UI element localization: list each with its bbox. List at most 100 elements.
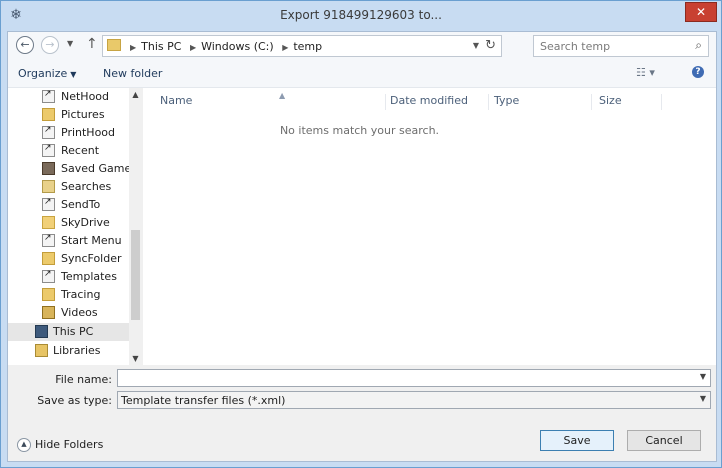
navigation-bar: ← → ▼ ↑ ▶ This PC ▶ Windows (C:) ▶ temp ▼ ↻…	[8, 32, 716, 60]
cancel-button[interactable]: Cancel	[627, 430, 701, 451]
nav-item-recent[interactable]: Recent	[8, 142, 129, 160]
save-as-type-select[interactable]: Template transfer files (*.xml) ▼	[117, 391, 711, 409]
nav-item-label: Searches	[61, 180, 112, 193]
nav-item-label: PrintHood	[61, 126, 116, 139]
forward-button[interactable]: →	[41, 36, 59, 54]
nav-item-label: This PC	[53, 325, 94, 338]
saved-games-icon	[42, 162, 55, 175]
nav-item-sendto[interactable]: SendTo	[8, 196, 129, 214]
save-options-panel: File name: ▼ Save as type: Template tran…	[8, 366, 716, 461]
nav-item-videos[interactable]: Videos	[8, 304, 129, 322]
save-button[interactable]: Save	[540, 430, 614, 451]
title-bar: ❄ Export 918499129603 to... ✕	[1, 1, 721, 31]
folder-icon	[42, 252, 55, 265]
shortcut-icon	[42, 143, 55, 157]
column-label: Date modified	[390, 94, 468, 107]
column-label: Name	[160, 94, 193, 107]
breadcrumb: ▶ This PC ▶ Windows (C:) ▶ temp	[125, 40, 322, 53]
nav-item-start-menu[interactable]: Start Menu	[8, 232, 129, 250]
dialog-client-area: ← → ▼ ↑ ▶ This PC ▶ Windows (C:) ▶ temp ▼ ↻…	[7, 31, 717, 462]
sort-ascending-icon: ▲	[279, 91, 286, 100]
save-dialog-window: ❄ Export 918499129603 to... ✕ ← → ▼ ↑ ▶ T…	[0, 0, 722, 468]
column-name[interactable]: Name ▲	[160, 91, 386, 110]
up-button[interactable]: ↑	[86, 36, 98, 52]
search-icon[interactable]: ⌕	[695, 38, 702, 53]
refresh-icon[interactable]: ↻	[485, 38, 496, 53]
nav-item-nethood[interactable]: NetHood	[8, 88, 129, 106]
filename-field[interactable]: ▼	[117, 369, 711, 387]
close-button[interactable]: ✕	[685, 2, 717, 22]
nav-item-label: NetHood	[61, 90, 110, 103]
folder-icon	[42, 108, 55, 121]
nav-item-this-pc[interactable]: This PC	[8, 323, 129, 341]
hide-folders-toggle[interactable]: ▲ Hide Folders	[17, 438, 103, 452]
scroll-thumb[interactable]	[131, 230, 140, 320]
scroll-up-icon[interactable]: ▲	[129, 90, 142, 99]
organize-button[interactable]: Organize ▼	[18, 67, 76, 80]
searches-folder-icon	[42, 180, 55, 193]
chevron-down-icon[interactable]: ▼	[700, 372, 706, 381]
nav-item-label: SyncFolder	[61, 252, 122, 265]
column-size[interactable]: Size	[599, 94, 662, 110]
search-input[interactable]: Search temp ⌕	[533, 35, 709, 57]
breadcrumb-separator[interactable]: ▶	[190, 43, 196, 52]
breadcrumb-separator: ▶	[130, 43, 137, 52]
nav-item-label: SendTo	[61, 198, 101, 211]
command-toolbar: Organize ▼ New folder ☷ ▾ ?	[8, 60, 716, 88]
chevron-up-icon: ▲	[17, 438, 31, 452]
breadcrumb-temp[interactable]: temp	[293, 40, 322, 53]
videos-folder-icon	[42, 306, 55, 319]
window-title: Export 918499129603 to...	[280, 8, 442, 22]
breadcrumb-windows-c[interactable]: Windows (C:)	[201, 40, 274, 53]
chevron-down-icon: ▼	[70, 70, 77, 79]
computer-icon	[35, 325, 48, 338]
nav-item-skydrive[interactable]: SkyDrive	[8, 214, 129, 232]
breadcrumb-this-pc[interactable]: This PC	[141, 40, 181, 53]
chevron-down-icon[interactable]: ▼	[700, 394, 706, 403]
chevron-down-icon[interactable]: ▼	[473, 41, 479, 50]
address-bar[interactable]: ▶ This PC ▶ Windows (C:) ▶ temp ▼ ↻	[102, 35, 502, 57]
skydrive-folder-icon	[42, 216, 55, 229]
shortcut-icon	[42, 197, 55, 211]
libraries-icon	[35, 344, 48, 357]
nav-item-label: Recent	[61, 144, 100, 157]
empty-message: No items match your search.	[279, 124, 440, 137]
organize-label: Organize	[18, 67, 68, 80]
nav-item-label: Tracing	[61, 288, 101, 301]
nav-item-label: Start Menu	[61, 234, 122, 247]
breadcrumb-separator[interactable]: ▶	[282, 43, 288, 52]
nav-item-templates[interactable]: Templates	[8, 268, 129, 286]
shortcut-icon	[42, 269, 55, 283]
folder-icon	[42, 288, 55, 301]
nav-item-label: SkyDrive	[61, 216, 110, 229]
nav-item-label: Templates	[61, 270, 117, 283]
new-folder-button[interactable]: New folder	[103, 67, 162, 80]
nav-item-label: Pictures	[61, 108, 105, 121]
column-type[interactable]: Type	[494, 94, 592, 110]
nav-item-saved-games[interactable]: Saved Games	[8, 160, 137, 178]
recent-locations-button[interactable]: ▼	[67, 39, 73, 48]
shortcut-icon	[42, 233, 55, 247]
column-date-modified[interactable]: Date modified	[390, 94, 489, 110]
save-as-type-label: Save as type:	[37, 394, 112, 407]
view-options-icon[interactable]: ☷ ▾	[636, 66, 655, 79]
nav-item-printhood[interactable]: PrintHood	[8, 124, 129, 142]
nav-item-label: Libraries	[53, 344, 101, 357]
file-list[interactable]: Name ▲ Date modified Type Size No items m…	[143, 88, 716, 365]
nav-item-searches[interactable]: Searches	[8, 178, 129, 196]
nav-pane-scrollbar[interactable]: ▲ ▼	[129, 88, 142, 365]
nav-item-label: Videos	[61, 306, 98, 319]
nav-item-tracing[interactable]: Tracing	[8, 286, 129, 304]
help-icon[interactable]: ?	[692, 66, 704, 78]
nav-item-libraries[interactable]: Libraries	[8, 342, 129, 360]
shortcut-icon	[42, 89, 55, 103]
hide-folders-label: Hide Folders	[35, 438, 104, 451]
filename-label: File name:	[55, 373, 112, 386]
search-placeholder: Search temp	[540, 40, 611, 53]
nav-item-pictures[interactable]: Pictures	[8, 106, 129, 124]
shortcut-icon	[42, 125, 55, 139]
folder-icon	[107, 39, 121, 51]
nav-item-syncfolder[interactable]: SyncFolder	[8, 250, 129, 268]
scroll-down-icon[interactable]: ▼	[129, 354, 142, 363]
back-button[interactable]: ←	[16, 36, 34, 54]
